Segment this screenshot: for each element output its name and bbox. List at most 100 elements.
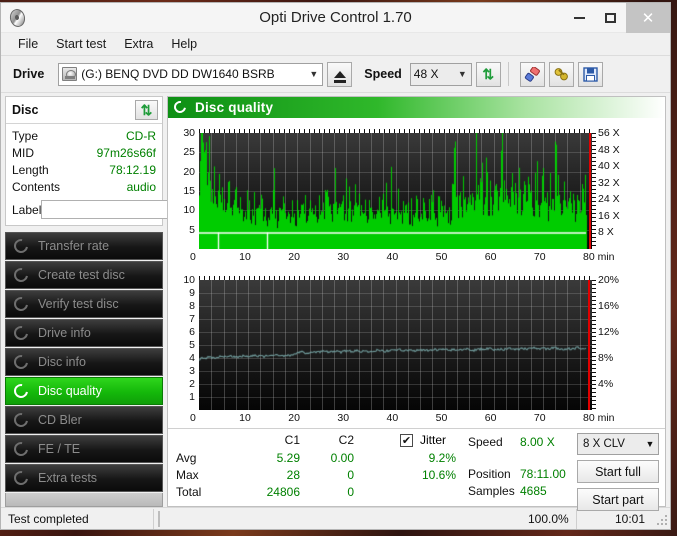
x-axis-tick: 80 min [583, 412, 615, 424]
progress-percent: 100.0% [522, 512, 576, 526]
refresh-icon: ⇅ [482, 67, 494, 81]
axis-ruler [199, 129, 592, 133]
disc-label-caption: Label [12, 203, 41, 217]
refresh-button[interactable]: ⇅ [476, 62, 501, 87]
menu-item-file[interactable]: File [9, 35, 47, 53]
x-axis-tick: 80 min [583, 251, 615, 263]
menu-item-extra[interactable]: Extra [115, 35, 162, 53]
menu-bar: File Start test Extra Help [1, 33, 670, 56]
x-axis-tick: 30 [337, 251, 349, 263]
stats-header-c2: C2 [310, 433, 354, 447]
y-axis-tick-right: 56 X [598, 127, 620, 139]
x-axis-tick: 0 [190, 412, 196, 424]
drive-select-value: (G:) BENQ DVD DD DW1640 BSRB [81, 67, 274, 81]
disc-row-label: MID [12, 145, 34, 162]
x-axis-tick: 10 [239, 412, 251, 424]
stats-panel: C1 C2 ✔ Jitter Avg 5.29 0.00 9.2% Max 28… [168, 428, 665, 506]
disc-icon [13, 383, 30, 399]
stats-max-c1: 28 [256, 468, 300, 482]
lead-out-marker [588, 280, 590, 410]
sidebar-item-fe-te[interactable]: FE / TE [5, 435, 163, 463]
stats-max-jitter: 10.6% [404, 468, 456, 482]
sidebar-item-disc-quality[interactable]: Disc quality [5, 377, 163, 405]
y-axis-tick-right: 24 X [598, 193, 620, 205]
x-axis-tick: 60 [485, 251, 497, 263]
stats-header-c1: C1 [256, 433, 300, 447]
sidebar-item-drive-info[interactable]: Drive info [5, 319, 163, 347]
sidebar-item-extra-tests[interactable]: Extra tests [5, 464, 163, 492]
c1-chart: C1 Read speed Write speed 3025201510556 … [168, 133, 665, 267]
disc-label-row: Label [12, 199, 156, 220]
y-axis-tick-left: 6 [168, 326, 195, 338]
stats-max-c2: 0 [310, 468, 354, 482]
stats-total-c2: 0 [310, 485, 354, 499]
start-full-button[interactable]: Start full [577, 460, 659, 483]
y-axis-tick-left: 5 [168, 224, 195, 236]
erase-button[interactable] [520, 62, 545, 87]
menu-item-start-test[interactable]: Start test [47, 35, 115, 53]
disc-icon [13, 354, 30, 370]
sidebar-item-label: Verify test disc [38, 297, 119, 311]
jitter-checkbox[interactable]: ✔ [400, 434, 413, 447]
y-axis-tick-left: 10 [168, 274, 195, 286]
sidebar-item-cd-bler[interactable]: CD Bler [5, 406, 163, 434]
y-axis-tick-right: 40 X [598, 160, 620, 172]
disc-row-value: 97m26s66f [97, 145, 156, 162]
content-panel: Disc quality C1 Read speed Write speed 3… [167, 96, 666, 507]
axis-ruler-right [592, 280, 596, 410]
y-axis-tick-left: 15 [168, 185, 195, 197]
sidebar-item-create-test-disc[interactable]: Create test disc [5, 261, 163, 289]
tools-button[interactable] [549, 62, 574, 87]
eject-button[interactable] [327, 62, 352, 87]
sidebar-item-label: Drive info [38, 326, 91, 340]
speed-label: Speed [364, 67, 402, 81]
x-axis-tick: 70 [534, 412, 546, 424]
save-button[interactable] [578, 62, 603, 87]
disc-icon [13, 267, 30, 283]
drive-label: Drive [13, 67, 44, 81]
toolbar-divider [508, 62, 509, 86]
stats-error-table: C1 C2 ✔ Jitter Avg 5.29 0.00 9.2% Max 28… [168, 433, 458, 506]
y-axis-tick-right: 4% [598, 378, 613, 390]
progress-bar [158, 511, 160, 527]
x-axis-tick: 50 [436, 412, 448, 424]
sidebar-item-verify-test-disc[interactable]: Verify test disc [5, 290, 163, 318]
x-axis-tick: 50 [436, 251, 448, 263]
disc-row-mid: MID 97m26s66f [12, 145, 156, 162]
sidebar-item-transfer-rate[interactable]: Transfer rate [5, 232, 163, 260]
speed-select[interactable]: 48 X ▼ [410, 63, 472, 86]
start-part-button[interactable]: Start part [577, 488, 659, 511]
minimize-button[interactable] [564, 3, 595, 33]
stats-avg-jitter: 9.2% [404, 451, 456, 465]
y-axis-tick-left: 2 [168, 378, 195, 390]
disc-row-label: Length [12, 162, 49, 179]
disc-icon [13, 412, 30, 428]
c1-plot-wrap: 3025201510556 X48 X40 X32 X24 X16 X8 X01… [168, 133, 665, 267]
c2-jitter-chart: C2 Jitter 1098765432120%16%12%8%4%010203… [168, 280, 665, 428]
y-axis-tick-left: 7 [168, 313, 195, 325]
y-axis-tick-left: 25 [168, 146, 195, 158]
resize-grip[interactable] [655, 513, 667, 525]
x-axis-tick: 10 [239, 251, 251, 263]
drive-select[interactable]: (G:) BENQ DVD DD DW1640 BSRB ▼ [58, 63, 323, 86]
menu-item-help[interactable]: Help [162, 35, 206, 53]
disc-icon [13, 441, 30, 457]
chevron-down-icon: ▼ [454, 64, 471, 85]
maximize-button[interactable] [595, 3, 626, 33]
y-axis-tick-right: 12% [598, 326, 619, 338]
x-axis-tick: 70 [534, 251, 546, 263]
sidebar-item-label: Transfer rate [38, 239, 109, 253]
disc-refresh-button[interactable]: ⇅ [135, 100, 158, 120]
stats-row-label-avg: Avg [176, 451, 196, 465]
y-axis-tick-left: 5 [168, 339, 195, 351]
action-buttons: 8 X CLV ▼ Start full Start part [577, 433, 659, 511]
sidebar-item-label: Disc quality [38, 384, 102, 398]
close-icon[interactable]: ✕ [626, 3, 670, 33]
write-strategy-select[interactable]: 8 X CLV ▼ [577, 433, 659, 455]
y-axis-tick-left: 20 [168, 166, 195, 178]
y-axis-tick-left: 8 [168, 300, 195, 312]
application-window: Opti Drive Control 1.70 ✕ File Start tes… [0, 2, 671, 530]
sidebar-item-label: Extra tests [38, 471, 97, 485]
disc-panel-header: Disc ⇅ [6, 97, 162, 124]
sidebar-item-disc-info[interactable]: Disc info [5, 348, 163, 376]
